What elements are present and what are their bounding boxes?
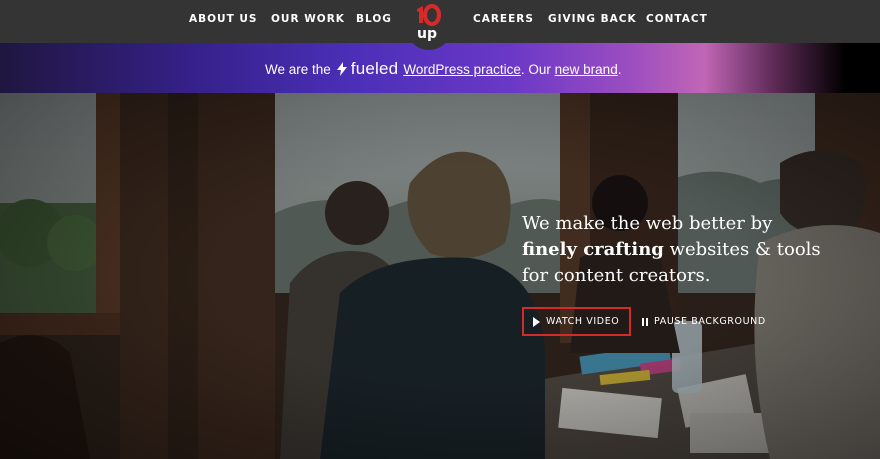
fueled-wordmark: fueled (350, 59, 399, 78)
wordpress-practice-link[interactable]: WordPress practice (403, 62, 521, 77)
nav-link-our-work[interactable]: OUR WORK (271, 13, 345, 25)
hero-line-1: We make the web better by (522, 213, 773, 234)
hero-section: We make the web better by finely craftin… (0, 93, 880, 459)
fueled-brand[interactable]: fueled (336, 59, 399, 79)
pause-background-button[interactable]: PAUSE BACKGROUND (640, 309, 768, 334)
svg-text:up: up (417, 26, 437, 41)
bolt-icon (336, 62, 347, 76)
hero-emphasis: finely crafting (522, 239, 664, 260)
play-icon (533, 316, 540, 327)
nav-link-blog[interactable]: BLOG (356, 13, 392, 25)
new-brand-link[interactable]: new brand (555, 62, 618, 77)
nav-link-contact[interactable]: CONTACT (646, 13, 708, 25)
hero-line-3: for content creators. (522, 265, 711, 286)
pause-icon (642, 317, 648, 326)
hero-line-2-rest: websites & tools (663, 239, 821, 260)
watch-video-label: WATCH VIDEO (546, 316, 620, 327)
nav-link-giving-back[interactable]: GIVING BACK (548, 13, 637, 25)
hero-headline: We make the web better by finely craftin… (522, 211, 822, 289)
nav-link-careers[interactable]: CAREERS (473, 13, 534, 25)
nav-link-about-us[interactable]: ABOUT US (189, 13, 258, 25)
logo-link[interactable]: up (406, 0, 452, 50)
banner-suffix: . (617, 61, 622, 77)
banner-prefix: We are the (265, 61, 331, 77)
banner-middle: . Our (520, 61, 551, 77)
logo-10up: up (417, 3, 442, 41)
pause-background-label: PAUSE BACKGROUND (654, 316, 766, 327)
watch-video-button[interactable]: WATCH VIDEO (522, 307, 632, 336)
hero-line-2: finely crafting websites & tools (522, 237, 822, 263)
announcement-banner: We are the fueled WordPress practice . O… (0, 43, 880, 93)
